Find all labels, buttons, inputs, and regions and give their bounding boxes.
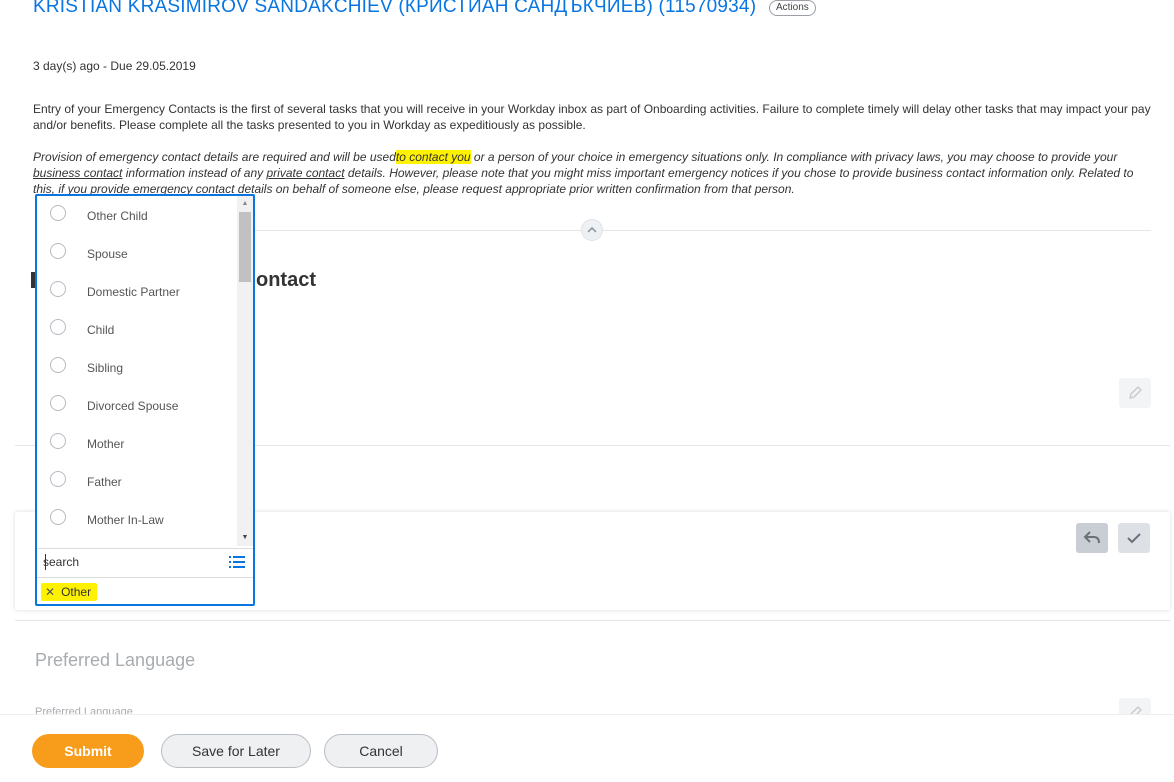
chevron-up-icon — [587, 227, 597, 233]
remove-icon[interactable]: ✕ — [45, 586, 55, 598]
radio-button[interactable] — [50, 357, 66, 373]
due-date-text: 3 day(s) ago - Due 29.05.2019 — [33, 59, 196, 73]
list-icon[interactable] — [229, 555, 245, 569]
text-cursor — [45, 554, 46, 570]
pencil-icon — [1129, 386, 1142, 399]
option-label: Mother In-Law — [87, 513, 164, 527]
option-other-child[interactable]: Other Child — [37, 196, 237, 234]
option-father[interactable]: Father — [37, 462, 237, 500]
privacy-text-2: or a person of your choice in emergency … — [470, 150, 1118, 164]
radio-button[interactable] — [50, 471, 66, 487]
scroll-thumb[interactable] — [239, 212, 251, 282]
option-label: Divorced Spouse — [87, 399, 179, 413]
option-label: Mother — [87, 437, 125, 451]
scroll-down-arrow-icon[interactable]: ▼ — [237, 532, 253, 544]
radio-button[interactable] — [50, 319, 66, 335]
section-divider — [255, 230, 1151, 231]
option-domestic-partner[interactable]: Domestic Partner — [37, 272, 237, 310]
scroll-up-arrow-icon[interactable]: ▲ — [237, 198, 253, 210]
preferred-language-heading: Preferred Language — [35, 650, 196, 670]
undo-button[interactable] — [1076, 523, 1108, 553]
collapse-button[interactable] — [581, 219, 603, 241]
highlighted-text: to contact you — [395, 150, 471, 164]
selected-item-label: Other — [61, 585, 92, 599]
search-input[interactable] — [43, 553, 213, 571]
confirm-button[interactable] — [1118, 523, 1150, 553]
option-sibling[interactable]: Sibling — [37, 348, 237, 386]
section-title: ontact — [256, 269, 316, 291]
option-list: Other Child Spouse Domestic Partner Chil… — [37, 196, 237, 546]
privacy-paragraph: Provision of emergency contact details a… — [33, 149, 1148, 197]
privacy-text-1: Provision of emergency contact details a… — [33, 150, 396, 164]
option-divorced-spouse[interactable]: Divorced Spouse — [37, 386, 237, 424]
option-child[interactable]: Child — [37, 310, 237, 348]
search-row — [37, 548, 253, 578]
intro-paragraph: Entry of your Emergency Contacts is the … — [33, 102, 1151, 132]
page-title: KRISTIAN KRASIMIROV SANDAKCHIEV (КРИСТИА… — [33, 0, 757, 17]
edit-button[interactable] — [1119, 378, 1151, 408]
actions-button[interactable]: Actions — [769, 0, 816, 16]
option-label: Other Child — [87, 209, 148, 223]
scrollbar[interactable]: ▲ ▼ — [237, 196, 253, 546]
radio-button[interactable] — [50, 243, 66, 259]
privacy-text-3: information instead of any — [122, 166, 267, 180]
submit-button[interactable]: Submit — [32, 734, 144, 768]
radio-button[interactable] — [50, 205, 66, 221]
business-contact-link[interactable]: business contact — [33, 166, 122, 180]
option-label: Domestic Partner — [87, 285, 180, 299]
cancel-button[interactable]: Cancel — [324, 734, 438, 768]
radio-button[interactable] — [50, 395, 66, 411]
radio-button[interactable] — [50, 509, 66, 525]
radio-button[interactable] — [50, 281, 66, 297]
row-divider-2 — [15, 620, 1170, 621]
private-contact-link[interactable]: private contact — [266, 166, 344, 180]
option-spouse[interactable]: Spouse — [37, 234, 237, 272]
selected-item-pill: ✕ Other — [41, 583, 98, 601]
option-label: Sibling — [87, 361, 124, 375]
checkmark-icon — [1127, 533, 1141, 544]
radio-button[interactable] — [50, 433, 66, 449]
option-mother-in-law[interactable]: Mother In-Law — [37, 500, 237, 538]
save-for-later-button[interactable]: Save for Later — [161, 734, 311, 768]
option-label: Spouse — [87, 247, 128, 261]
option-mother[interactable]: Mother — [37, 424, 237, 462]
relationship-dropdown: Other Child Spouse Domestic Partner Chil… — [35, 194, 255, 606]
option-label: Child — [87, 323, 115, 337]
option-label: Father — [87, 475, 122, 489]
undo-icon — [1083, 531, 1100, 544]
